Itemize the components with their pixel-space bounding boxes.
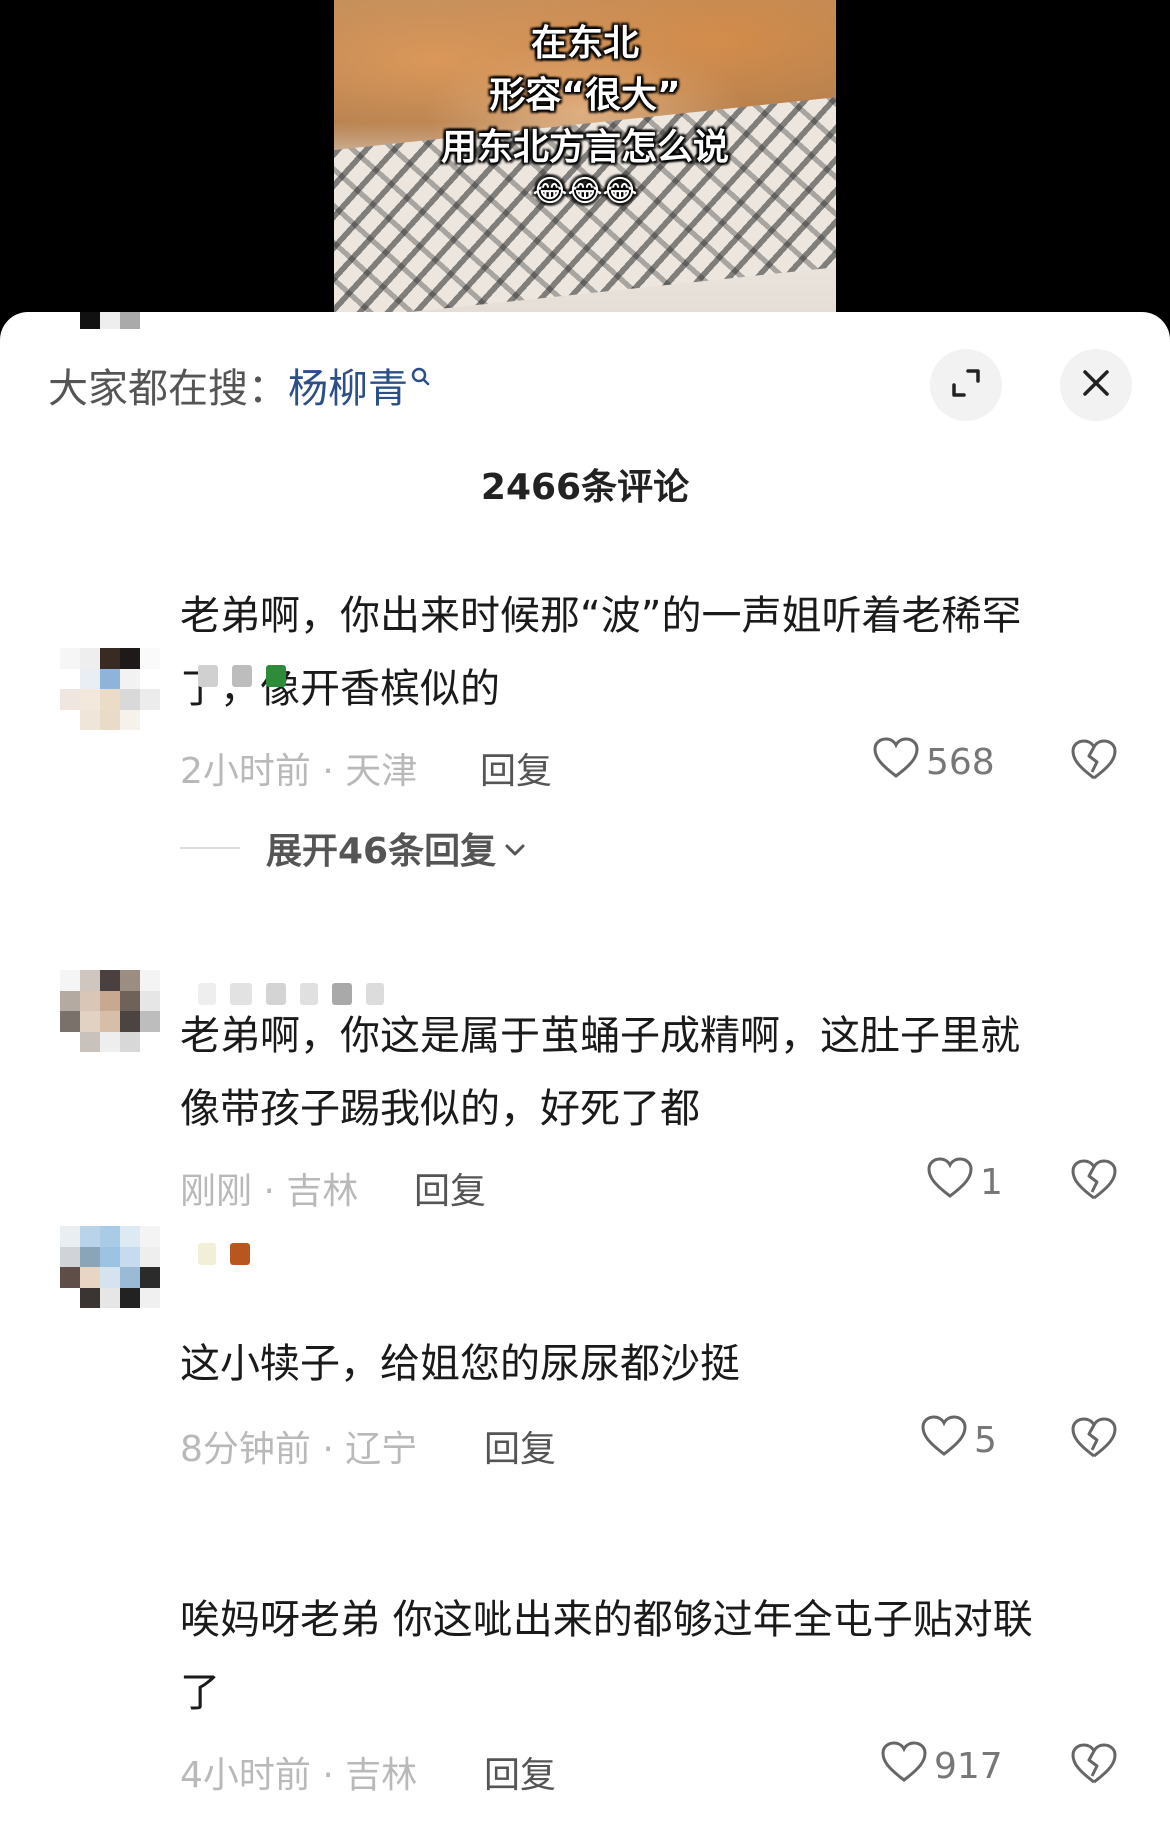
comment-text: 这小犊子，给姐您的尿尿都沙挺 bbox=[180, 1328, 1120, 1401]
comment-time-location: 2小时前 · 天津 bbox=[180, 751, 418, 792]
like-button[interactable]: 568 bbox=[872, 736, 995, 789]
avatar[interactable] bbox=[60, 970, 160, 1052]
comment-time-location: 刚刚 · 吉林 bbox=[180, 1171, 359, 1212]
trending-search-term[interactable]: 杨柳青 bbox=[288, 366, 408, 412]
like-button[interactable]: 917 bbox=[880, 1740, 1003, 1793]
video-caption: 在东北 形容“很大” 用东北方言怎么说 😂😂😂 bbox=[334, 18, 836, 210]
reply-button[interactable]: 回复 bbox=[480, 742, 552, 794]
dislike-button[interactable] bbox=[1070, 1742, 1118, 1786]
video-caption-line: 形容“很大” bbox=[489, 75, 681, 116]
like-count: 917 bbox=[934, 1746, 1003, 1787]
heart-icon bbox=[920, 1414, 968, 1467]
username-redacted[interactable] bbox=[198, 982, 384, 1006]
close-icon bbox=[1079, 366, 1113, 404]
chevron-down-icon bbox=[502, 828, 528, 869]
comment-time-location: 4小时前 · 吉林 bbox=[180, 1755, 418, 1796]
reply-button[interactable]: 回复 bbox=[484, 1420, 556, 1472]
comment-line: 这小犊子，给姐您的尿尿都沙挺 bbox=[180, 1341, 740, 1387]
comment-text: 老弟啊，你这是属于茧蛹子成精啊，这肚子里就 像带孩子踢我似的，好死了都 bbox=[180, 1000, 1120, 1146]
comment-text: 老弟啊，你出来时候那“波”的一声姐听着老稀罕 了，像开香槟似的 bbox=[180, 580, 1120, 726]
trending-search[interactable]: 大家都在搜：杨柳青 bbox=[48, 356, 432, 414]
dislike-button[interactable] bbox=[1070, 1416, 1118, 1460]
username-redacted[interactable] bbox=[198, 1242, 250, 1266]
like-count: 5 bbox=[974, 1420, 997, 1461]
comment-line: 唉妈呀老弟 你这呲出来的都够过年全屯子贴对联 bbox=[180, 1597, 1033, 1643]
comment-line: 了，像开香槟似的 bbox=[180, 666, 500, 712]
reply-button[interactable]: 回复 bbox=[414, 1162, 486, 1214]
comment-time-location: 8分钟前 · 辽宁 bbox=[180, 1429, 418, 1470]
expand-icon bbox=[949, 366, 983, 404]
like-count: 568 bbox=[926, 742, 995, 783]
heart-icon bbox=[926, 1156, 974, 1209]
heart-icon bbox=[880, 1740, 928, 1793]
comment-text: 唉妈呀老弟 你这呲出来的都够过年全屯子贴对联 了 bbox=[180, 1584, 1120, 1730]
video-caption-line: 在东北 bbox=[530, 23, 639, 64]
comment-line: 老弟啊，你出来时候那“波”的一声姐听着老稀罕 bbox=[180, 593, 1022, 639]
broken-heart-icon bbox=[1070, 1743, 1118, 1790]
video-frame[interactable]: 在东北 形容“很大” 用东北方言怎么说 😂😂😂 bbox=[334, 0, 836, 320]
comment-line: 了 bbox=[180, 1670, 220, 1716]
avatar[interactable] bbox=[60, 1226, 160, 1308]
avatar[interactable] bbox=[60, 312, 160, 329]
like-count: 1 bbox=[980, 1162, 1003, 1203]
heart-icon bbox=[872, 736, 920, 789]
comment-count-title: 2466条评论 bbox=[480, 467, 690, 508]
broken-heart-icon bbox=[1070, 739, 1118, 786]
broken-heart-icon bbox=[1070, 1417, 1118, 1464]
expand-replies-button[interactable]: 展开46条回复 bbox=[180, 822, 528, 874]
comment-line: 像带孩子踢我似的，好死了都 bbox=[180, 1086, 700, 1132]
dislike-button[interactable] bbox=[1070, 738, 1118, 782]
expand-button[interactable] bbox=[930, 349, 1002, 421]
video-area[interactable]: 在东北 形容“很大” 用东北方言怎么说 😂😂😂 bbox=[0, 0, 1170, 320]
avatar[interactable] bbox=[60, 648, 160, 730]
video-caption-line: 用东北方言怎么说 bbox=[440, 127, 729, 168]
broken-heart-icon bbox=[1070, 1159, 1118, 1206]
expand-replies-divider bbox=[180, 847, 240, 849]
like-button[interactable]: 1 bbox=[926, 1156, 1003, 1209]
dislike-button[interactable] bbox=[1070, 1158, 1118, 1202]
video-caption-emoji: 😂😂😂 bbox=[532, 174, 638, 209]
expand-replies-label: 展开46条回复 bbox=[266, 831, 497, 872]
search-icon[interactable] bbox=[410, 356, 432, 402]
username-redacted[interactable] bbox=[198, 664, 286, 688]
trending-search-prefix: 大家都在搜： bbox=[48, 366, 288, 412]
like-button[interactable]: 5 bbox=[920, 1414, 997, 1467]
comment-sheet: 大家都在搜：杨柳青 2466条评论 老弟啊，你出来时候那“波”的一声姐听着老稀罕… bbox=[0, 312, 1170, 1825]
reply-button[interactable]: 回复 bbox=[484, 1746, 556, 1798]
comment-line: 老弟啊，你这是属于茧蛹子成精啊，这肚子里就 bbox=[180, 1013, 1020, 1059]
close-button[interactable] bbox=[1060, 349, 1132, 421]
